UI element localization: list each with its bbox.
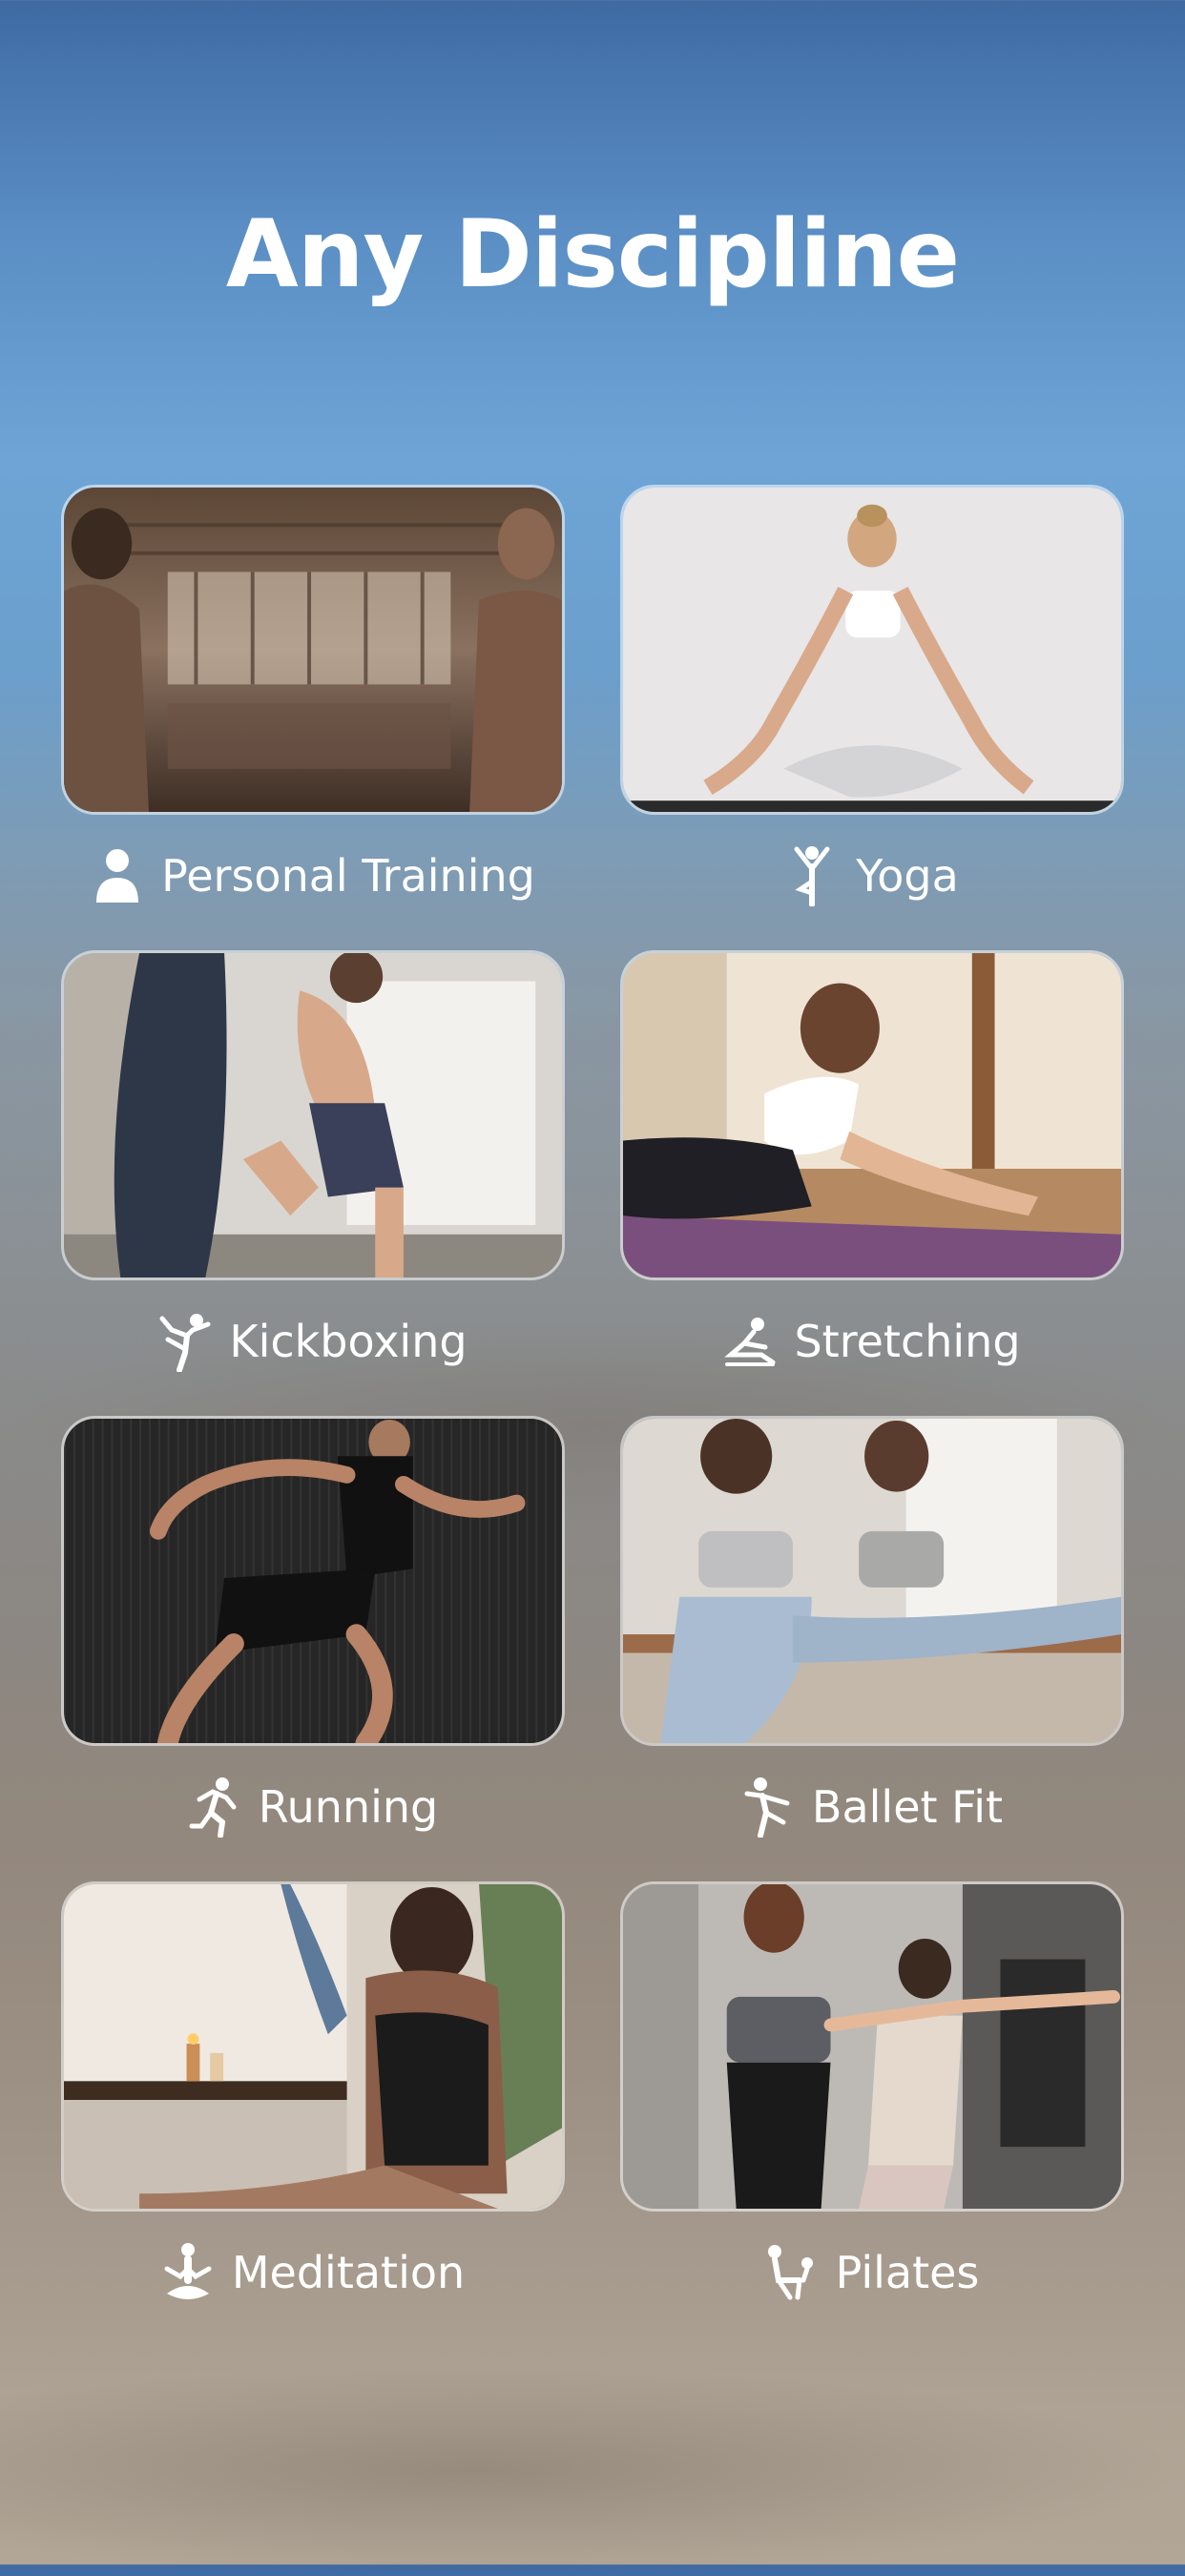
- personal-training-caption: Personal Training: [61, 838, 565, 914]
- kickboxing-caption: Kickboxing: [61, 1303, 565, 1380]
- discipline-label: Ballet Fit: [811, 1781, 1004, 1833]
- discipline-label: Running: [258, 1781, 439, 1833]
- discipline-card-personal-training[interactable]: Personal Training: [61, 485, 565, 950]
- discipline-card-ballet-fit[interactable]: Ballet Fit: [620, 1416, 1124, 1881]
- running-photo: [61, 1416, 565, 1746]
- discipline-grid: Personal Training Yoga Kickboxing Stretc…: [61, 485, 1124, 2347]
- yoga-caption: Yoga: [620, 838, 1124, 914]
- discipline-label: Stretching: [794, 1316, 1021, 1367]
- page-title: Any Discipline: [225, 200, 960, 309]
- running-icon: [188, 1776, 241, 1838]
- discipline-card-yoga[interactable]: Yoga: [620, 485, 1124, 950]
- kickboxing-photo: [61, 950, 565, 1280]
- ballet-fit-caption: Ballet Fit: [620, 1769, 1124, 1845]
- background-haze: [0, 2366, 1185, 2576]
- ballet-icon: [741, 1776, 795, 1838]
- pilates-photo: [620, 1881, 1124, 2212]
- discipline-card-kickboxing[interactable]: Kickboxing: [61, 950, 565, 1416]
- discipline-card-running[interactable]: Running: [61, 1416, 565, 1881]
- ballet-fit-photo: [620, 1416, 1124, 1746]
- discipline-label: Pilates: [835, 2247, 980, 2298]
- discipline-label: Personal Training: [161, 850, 535, 902]
- stretching-caption: Stretching: [620, 1303, 1124, 1380]
- meditation-photo: [61, 1881, 565, 2212]
- discipline-label: Yoga: [856, 850, 959, 902]
- discipline-label: Kickboxing: [229, 1316, 468, 1367]
- person-icon: [91, 845, 144, 906]
- discipline-card-stretching[interactable]: Stretching: [620, 950, 1124, 1416]
- stretching-photo: [620, 950, 1124, 1280]
- pilates-caption: Pilates: [620, 2234, 1124, 2311]
- kick-icon: [158, 1311, 212, 1372]
- discipline-card-meditation[interactable]: Meditation: [61, 1881, 565, 2347]
- pilates-icon: [765, 2242, 819, 2303]
- personal-training-photo: [61, 485, 565, 815]
- discipline-label: Meditation: [231, 2247, 466, 2298]
- running-caption: Running: [61, 1769, 565, 1845]
- yoga-pose-icon: [785, 845, 839, 906]
- yoga-photo: [620, 485, 1124, 815]
- stretch-icon: [723, 1311, 777, 1372]
- meditation-caption: Meditation: [61, 2234, 565, 2311]
- discipline-card-pilates[interactable]: Pilates: [620, 1881, 1124, 2347]
- meditation-icon: [161, 2242, 215, 2303]
